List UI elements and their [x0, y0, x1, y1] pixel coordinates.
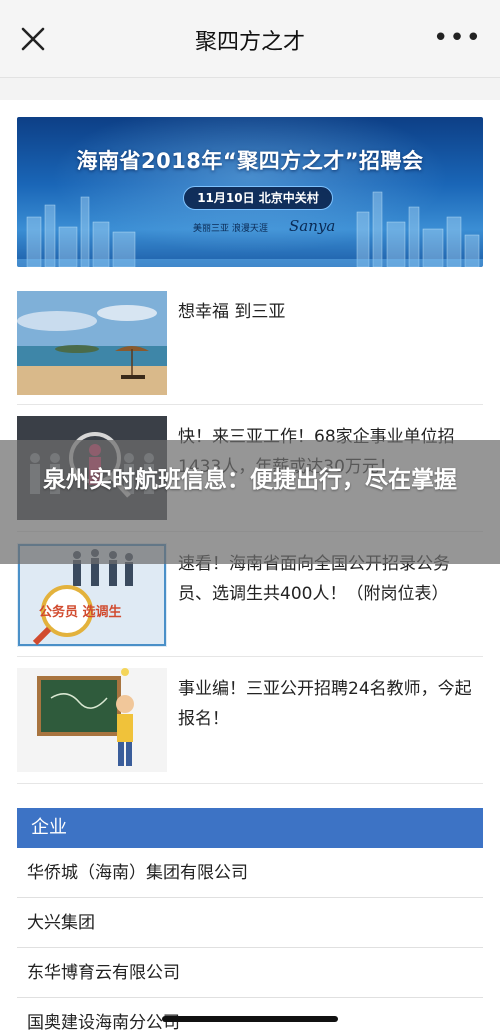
divider: [17, 404, 483, 405]
more-dots-icon[interactable]: •••: [433, 25, 482, 51]
beach-thumbnail: [17, 291, 167, 395]
teacher-thumbnail: [17, 668, 167, 772]
article-title: 想幸福 到三亚: [178, 302, 286, 322]
banner-logo-text: 美丽三亚 浪漫天涯: [193, 224, 268, 234]
headline-overlay: 泉州实时航班信息：便捷出行，尽在掌握: [0, 440, 500, 564]
article-item[interactable]: 事业编！三亚公开招聘24名教师，今起报名！: [17, 668, 483, 772]
banner-brand: Sanya: [289, 217, 336, 235]
company-item[interactable]: 华侨城（海南）集团有限公司: [17, 848, 483, 898]
top-navbar: 聚四方之才 •••: [0, 0, 500, 78]
home-indicator[interactable]: [162, 1016, 338, 1022]
article-item[interactable]: 想幸福 到三亚: [17, 291, 483, 395]
divider: [17, 783, 483, 784]
company-item[interactable]: 国奥建设海南分公司: [17, 998, 483, 1032]
company-item[interactable]: 大兴集团: [17, 898, 483, 948]
navbar-spacer: [0, 78, 500, 100]
banner-title: 海南省2018年“聚四方之才”招聘会: [76, 149, 424, 173]
page-title: 聚四方之才: [194, 30, 305, 55]
company-item[interactable]: 东华博育云有限公司: [17, 948, 483, 998]
banner-date-location: 11月10日 北京中关村: [183, 186, 333, 210]
companies-section-header: 企业: [17, 808, 483, 848]
event-banner[interactable]: 海南省2018年“聚四方之才”招聘会 11月10日 北京中关村 美丽三亚 浪漫天…: [17, 117, 483, 267]
article-title: 事业编！三亚公开招聘24名教师，今起报名！: [178, 679, 472, 729]
divider: [17, 656, 483, 657]
overlay-headline: 泉州实时航班信息：便捷出行，尽在掌握: [43, 467, 457, 493]
thumbnail-label: 公务员 选调生: [39, 604, 122, 620]
